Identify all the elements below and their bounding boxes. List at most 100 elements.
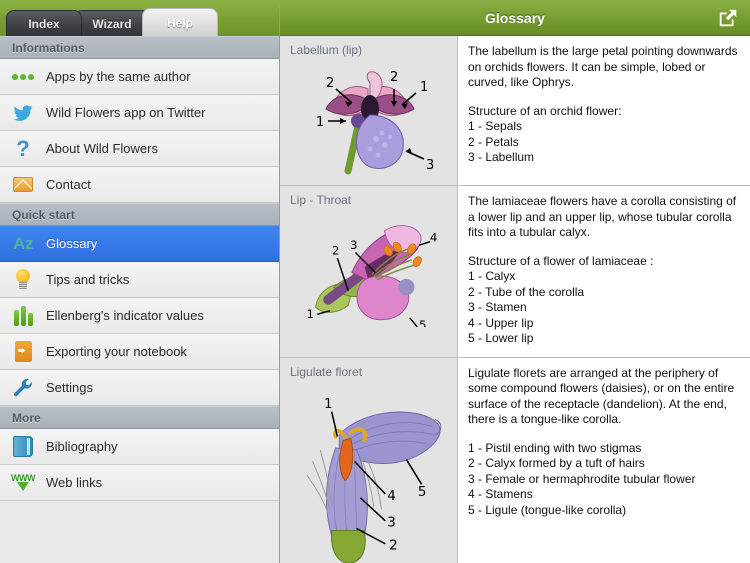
entry-list-item: 2 - Tube of the corolla <box>468 284 585 299</box>
entry-list-item: 2 - Petals <box>468 134 519 149</box>
sidebar-item-label: Apps by the same author <box>46 69 191 84</box>
entry-list-item: 3 - Labellum <box>468 150 535 164</box>
sidebar-item-exporting-notebook[interactable]: Exporting your notebook <box>0 334 279 370</box>
entry-list-item: 3 - Stamen <box>468 300 527 314</box>
svg-text:1: 1 <box>316 115 324 130</box>
tab-bar: Index Wizard Help <box>0 0 279 36</box>
section-header-informations: Informations <box>0 36 279 59</box>
svg-text:2: 2 <box>326 76 334 91</box>
lightbulb-icon <box>10 267 36 293</box>
svg-text:5: 5 <box>418 484 427 499</box>
sidebar-item-contact[interactable]: Contact <box>0 167 279 203</box>
svg-text:4: 4 <box>430 231 438 245</box>
tab-help[interactable]: Help <box>142 8 218 36</box>
sidebar-item-bibliography[interactable]: Bibliography <box>0 429 279 465</box>
figure-pane: Lip - Throat 2 3 4 1 5 <box>280 186 458 357</box>
sidebar-item-label: Ellenberg's indicator values <box>46 308 204 323</box>
orchid-flower-diagram: 2 2 1 1 3 <box>316 70 434 175</box>
sidebar-item-label: About Wild Flowers <box>46 141 158 156</box>
entry-list-item: 5 - Lower lip <box>468 331 534 345</box>
envelope-icon <box>10 172 36 198</box>
description-pane: The labellum is the large petal pointing… <box>458 36 750 185</box>
entry-list-item: 2 - Calyx formed by a tuft of hairs <box>468 456 645 470</box>
entry-list-item: 4 - Stamens <box>468 487 533 501</box>
entry-list-item: 4 - Upper lip <box>468 315 534 330</box>
svg-text:3: 3 <box>350 238 358 252</box>
sidebar-item-label: Web links <box>46 475 103 490</box>
three-dots-icon <box>10 64 36 90</box>
ligulate-floret-diagram: 1 4 3 2 5 <box>306 396 442 563</box>
glossary-entry: Lip - Throat 2 3 4 1 5 The lamiaceae flo… <box>280 186 750 358</box>
figure-pane: Labellum (lip) 2 2 1 1 3 <box>280 36 458 185</box>
www-download-icon: WWW <box>10 470 36 496</box>
svg-text:2: 2 <box>332 243 340 257</box>
glossary-term: Labellum (lip) <box>290 43 363 57</box>
entry-paragraph: The lamiaceae flowers have a corolla con… <box>468 194 737 239</box>
glossary-entry: Ligulate floret 1 4 3 2 5 Ligulate flore… <box>280 357 750 563</box>
figure-pane: Ligulate floret 1 4 3 2 5 <box>280 357 458 563</box>
svg-text:1: 1 <box>324 396 333 411</box>
sidebar-item-glossary[interactable]: Az Glossary <box>0 226 279 262</box>
entry-list-item: 1 - Pistil ending with two stigmas <box>468 440 642 455</box>
tab-label: Index <box>28 16 60 31</box>
wrench-icon <box>10 375 36 401</box>
svg-text:3: 3 <box>426 158 434 173</box>
entry-paragraph: Ligulate florets are arranged at the per… <box>468 365 735 427</box>
entry-list-item: 1 - Calyx <box>468 269 516 283</box>
page-title: Glossary <box>485 9 545 26</box>
tab-wizard[interactable]: Wizard <box>74 10 150 36</box>
sidebar-item-twitter[interactable]: Wild Flowers app on Twitter <box>0 95 279 131</box>
sidebar-item-web-links[interactable]: WWW Web links <box>0 465 279 501</box>
book-icon <box>10 434 36 460</box>
entry-list-item: 3 - Female or hermaphrodite tubular flow… <box>468 471 696 486</box>
entry-list-title: Structure of an orchid flower: <box>468 103 622 118</box>
glossary-list[interactable]: Labellum (lip) 2 2 1 1 3 The labellum is… <box>280 36 750 563</box>
entry-paragraph: The labellum is the large petal pointing… <box>468 44 738 89</box>
section-title: Informations <box>12 40 85 55</box>
svg-text:1: 1 <box>420 80 428 95</box>
description-pane: The lamiaceae flowers have a corolla con… <box>458 186 750 357</box>
svg-text:4: 4 <box>387 488 396 503</box>
entry-list-item: 1 - Sepals <box>468 119 523 133</box>
sidebar-item-label: Exporting your notebook <box>46 344 187 359</box>
sidebar-item-label: Tips and tricks <box>46 272 130 287</box>
lamiaceae-flower-diagram: 2 3 4 1 5 <box>306 225 438 327</box>
sidebar-item-label: Contact <box>46 177 91 192</box>
svg-text:2: 2 <box>389 538 398 553</box>
svg-text:5: 5 <box>419 318 427 327</box>
sidebar-item-label: Settings <box>46 380 93 395</box>
main-panel: Glossary Labellum (lip) 2 2 1 1 3 The la… <box>280 0 750 563</box>
entry-list-title: Structure of a flower of lamiaceae : <box>468 253 654 268</box>
sidebar-item-about[interactable]: ? About Wild Flowers <box>0 131 279 167</box>
tab-label: Help <box>166 15 193 30</box>
sidebar-item-settings[interactable]: Settings <box>0 370 279 406</box>
glossary-term: Ligulate floret <box>290 364 363 379</box>
share-icon[interactable] <box>716 7 740 29</box>
glossary-entry: Labellum (lip) 2 2 1 1 3 The labellum is… <box>280 36 750 186</box>
az-icon: Az <box>13 233 33 253</box>
sidebar-item-tips-and-tricks[interactable]: Tips and tricks <box>0 262 279 298</box>
svg-text:1: 1 <box>306 307 314 321</box>
section-header-more: More <box>0 406 279 429</box>
svg-text:3: 3 <box>387 515 396 530</box>
glossary-term: Lip - Throat <box>290 193 352 207</box>
tab-label: Wizard <box>92 16 132 31</box>
sidebar: Index Wizard Help Informations Apps by t… <box>0 0 280 563</box>
section-title: Quick start <box>12 207 75 222</box>
tab-index[interactable]: Index <box>6 10 82 36</box>
main-header: Glossary <box>280 0 750 36</box>
sidebar-item-label: Wild Flowers app on Twitter <box>46 105 206 120</box>
bar-chart-icon <box>10 303 36 329</box>
sidebar-item-label: Bibliography <box>46 439 118 454</box>
sidebar-item-apps-by-same-author[interactable]: Apps by the same author <box>0 59 279 95</box>
section-title: More <box>12 410 41 425</box>
section-header-quick-start: Quick start <box>0 203 279 226</box>
question-mark-icon: ? <box>16 135 30 161</box>
description-pane: Ligulate florets are arranged at the per… <box>458 357 750 563</box>
export-document-icon <box>10 339 36 365</box>
svg-text:2: 2 <box>390 70 398 85</box>
twitter-bird-icon <box>10 100 36 126</box>
app-window: Index Wizard Help Informations Apps by t… <box>0 0 750 563</box>
sidebar-item-label: Glossary <box>46 236 98 251</box>
sidebar-item-ellenberg[interactable]: Ellenberg's indicator values <box>0 298 279 334</box>
